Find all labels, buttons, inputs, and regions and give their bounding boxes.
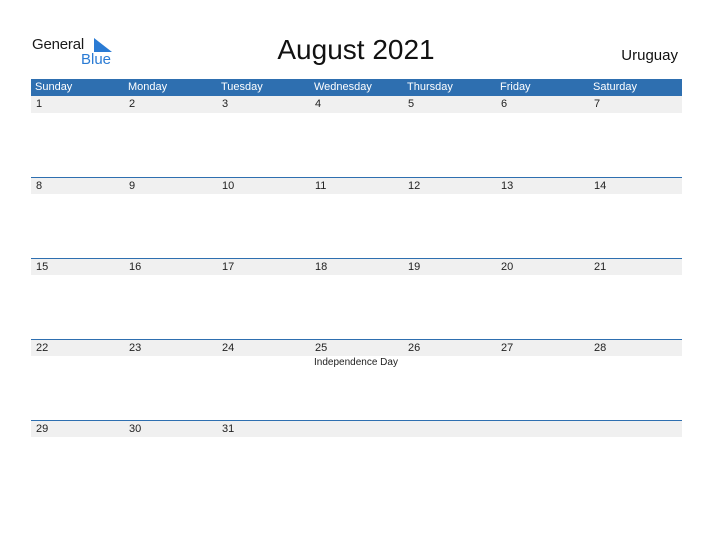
day-number: 20 (501, 261, 514, 273)
holiday-label (403, 437, 496, 438)
holiday-label (496, 194, 589, 195)
holiday-label (403, 275, 496, 276)
day-number-row: 22 23 24 25 26 27 28 (31, 339, 682, 356)
holiday-label (217, 356, 310, 368)
calendar-title: August 2021 (277, 34, 435, 65)
event-row (31, 113, 682, 114)
holiday-label (217, 437, 310, 438)
week-row: 1 2 3 4 5 6 7 (31, 96, 682, 177)
calendar-grid: Sunday Monday Tuesday Wednesday Thursday… (31, 79, 682, 501)
day-number: 30 (129, 423, 142, 435)
week-row: 29 30 31 (31, 420, 682, 501)
weekday-sunday: Sunday (35, 81, 73, 93)
day-number (403, 421, 496, 437)
day-number: 31 (222, 423, 235, 435)
event-row: Independence Day (31, 356, 682, 368)
holiday-label (310, 113, 403, 114)
day-number: 24 (222, 342, 235, 354)
day-number: 13 (501, 180, 514, 192)
weekday-friday: Friday (500, 81, 531, 93)
weekday-tuesday: Tuesday (221, 81, 263, 93)
holiday-label (217, 275, 310, 276)
holiday-label (217, 194, 310, 195)
holiday-label (31, 113, 124, 114)
holiday-label (496, 275, 589, 276)
country-label: Uruguay (621, 47, 678, 64)
day-number: 4 (315, 98, 322, 110)
day-number: 17 (222, 261, 235, 273)
holiday-label (496, 437, 589, 438)
day-number: 12 (408, 180, 421, 192)
holiday-label (589, 356, 682, 368)
day-number: 21 (594, 261, 607, 273)
day-number: 3 (222, 98, 229, 110)
holiday-label (31, 356, 124, 368)
day-number: 1 (36, 98, 43, 110)
weekday-saturday: Saturday (593, 81, 638, 93)
day-number-row: 29 30 31 (31, 420, 682, 437)
day-number: 19 (408, 261, 421, 273)
day-number: 8 (36, 180, 43, 192)
holiday-label: Independence Day (314, 357, 398, 368)
day-number: 16 (129, 261, 142, 273)
day-number: 25 (315, 342, 328, 354)
holiday-label (496, 113, 589, 114)
week-row: 22 23 24 25 26 27 28 Independence Day (31, 339, 682, 420)
day-number-row: 8 9 10 11 12 13 14 (31, 177, 682, 194)
holiday-label (403, 356, 496, 368)
day-number: 26 (408, 342, 421, 354)
day-number: 23 (129, 342, 142, 354)
holiday-label (31, 437, 124, 438)
week-row: 8 9 10 11 12 13 14 (31, 177, 682, 258)
holiday-label (310, 275, 403, 276)
event-row (31, 437, 682, 438)
day-number: 29 (36, 423, 49, 435)
holiday-label (310, 194, 403, 195)
day-number: 2 (129, 98, 136, 110)
event-row (31, 194, 682, 195)
holiday-label (403, 194, 496, 195)
holiday-label (31, 275, 124, 276)
day-number: 7 (594, 98, 601, 110)
weekday-thursday: Thursday (407, 81, 453, 93)
day-number-row: 15 16 17 18 19 20 21 (31, 258, 682, 275)
week-row: 15 16 17 18 19 20 21 (31, 258, 682, 339)
day-number: 14 (594, 180, 607, 192)
holiday-label (496, 356, 589, 368)
day-number (496, 421, 589, 437)
day-number: 9 (129, 180, 136, 192)
holiday-label (124, 437, 217, 438)
holiday-label (31, 194, 124, 195)
day-number: 6 (501, 98, 508, 110)
holiday-label (403, 113, 496, 114)
day-number: 15 (36, 261, 49, 273)
day-number-row: 1 2 3 4 5 6 7 (31, 96, 682, 113)
weekday-header: Sunday Monday Tuesday Wednesday Thursday… (31, 79, 682, 96)
day-number: 22 (36, 342, 49, 354)
event-row (31, 275, 682, 276)
day-number: 11 (315, 180, 327, 192)
day-number: 10 (222, 180, 235, 192)
day-number (589, 421, 682, 437)
day-number: 27 (501, 342, 514, 354)
weekday-monday: Monday (128, 81, 168, 93)
weekday-wednesday: Wednesday (314, 81, 372, 93)
day-number: 28 (594, 342, 607, 354)
holiday-label (124, 194, 217, 195)
holiday-label (589, 437, 682, 438)
holiday-label (124, 113, 217, 114)
holiday-label (589, 275, 682, 276)
holiday-label (124, 275, 217, 276)
holiday-label (124, 356, 217, 368)
holiday-label (310, 437, 403, 438)
day-number: 18 (315, 261, 328, 273)
holiday-label (589, 194, 682, 195)
day-number (310, 421, 403, 437)
day-number: 5 (408, 98, 415, 110)
holiday-label (589, 113, 682, 114)
holiday-label (217, 113, 310, 114)
